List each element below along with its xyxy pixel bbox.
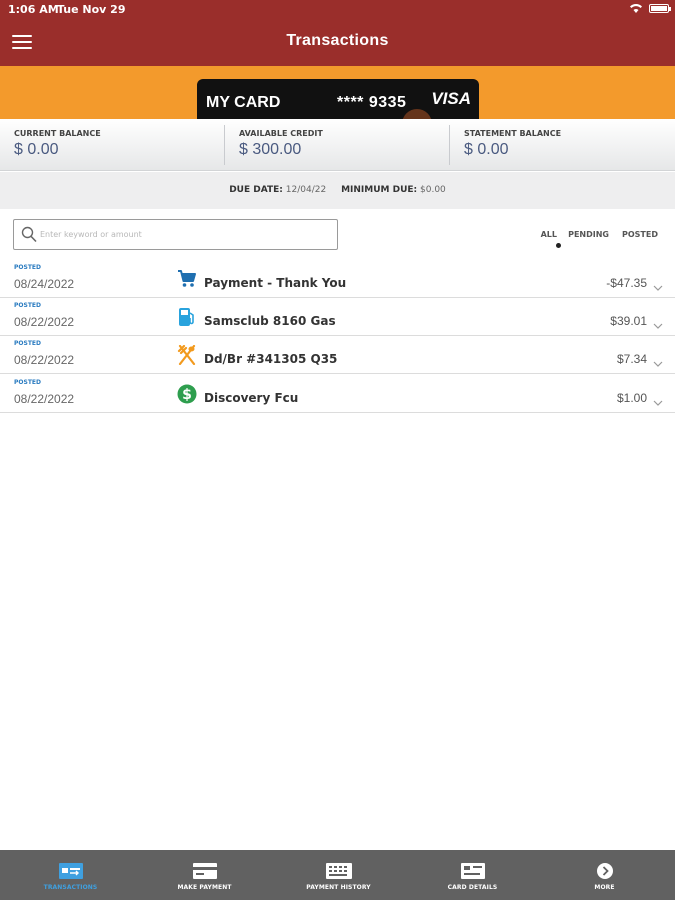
card-banner: MY CARD **** 9335 VISA	[0, 66, 675, 119]
minimum-due-label: MINIMUM DUE:	[341, 185, 418, 195]
balance-value: $ 0.00	[14, 141, 59, 158]
balance-value: $ 300.00	[239, 141, 302, 158]
transaction-description: Payment - Thank You	[204, 276, 347, 290]
page-title: Transactions	[286, 32, 389, 49]
transaction-date: 08/22/2022	[14, 353, 75, 367]
transaction-date: 08/24/2022	[14, 277, 75, 291]
current-balance: CURRENT BALANCE $ 0.00	[14, 119, 224, 171]
search-box[interactable]	[13, 219, 338, 250]
transaction-status: POSTED	[14, 264, 41, 271]
tab-more[interactable]: MORE	[537, 850, 672, 900]
tab-label: PAYMENT HISTORY	[306, 884, 371, 891]
statement-balance: STATEMENT BALANCE $ 0.00	[464, 119, 664, 171]
transaction-description: Samsclub 8160 Gas	[204, 314, 336, 328]
balance-label: STATEMENT BALANCE	[464, 129, 562, 138]
transactions-icon	[58, 862, 84, 880]
wifi-icon	[629, 2, 643, 17]
transaction-amount: $7.34	[616, 352, 647, 366]
tab-label: TRANSACTIONS	[43, 884, 98, 891]
transaction-amount: $39.01	[610, 314, 647, 328]
transaction-date: 08/22/2022	[14, 392, 75, 406]
chevron-down-icon[interactable]	[653, 314, 663, 333]
transaction-row[interactable]: POSTED 08/22/2022 $ Discovery Fcu $1.00	[0, 375, 675, 413]
battery-icon	[649, 4, 671, 13]
transaction-description: Discovery Fcu	[204, 391, 299, 405]
app-header: Transactions	[0, 18, 675, 66]
due-date-label: DUE DATE:	[229, 185, 283, 195]
status-time: 1:06 AM	[8, 3, 59, 16]
tab-card-details[interactable]: CARD DETAILS	[405, 850, 540, 900]
card-decoration	[402, 109, 432, 119]
payment-history-icon	[325, 862, 353, 880]
tab-make-payment[interactable]: MAKE PAYMENT	[137, 850, 272, 900]
search-input[interactable]	[40, 226, 330, 243]
status-bar: 1:06 AM Tue Nov 29	[0, 0, 675, 18]
balance-label: CURRENT BALANCE	[14, 129, 101, 138]
card-number: **** 9335	[337, 94, 407, 111]
visa-logo: VISA	[431, 89, 471, 108]
chevron-down-icon[interactable]	[653, 391, 663, 410]
tab-transactions[interactable]: TRANSACTIONS	[3, 850, 138, 900]
transaction-status: POSTED	[14, 340, 41, 347]
chevron-down-icon[interactable]	[653, 276, 663, 295]
available-credit: AVAILABLE CREDIT $ 300.00	[239, 119, 449, 171]
balance-label: AVAILABLE CREDIT	[239, 129, 323, 138]
transaction-amount: $1.00	[616, 391, 647, 405]
transaction-row[interactable]: POSTED 08/24/2022 Payment - Thank You -$…	[0, 260, 675, 298]
balance-value: $ 0.00	[464, 141, 509, 158]
transaction-date: 08/22/2022	[14, 315, 75, 329]
tab-label: MORE	[594, 884, 615, 891]
card-details-icon	[460, 862, 486, 880]
minimum-due-value: $0.00	[420, 185, 446, 195]
transaction-amount: -$47.35	[606, 276, 647, 290]
tab-payment-history[interactable]: PAYMENT HISTORY	[271, 850, 406, 900]
more-icon	[596, 862, 614, 880]
chevron-down-icon[interactable]	[653, 352, 663, 371]
bottom-tab-bar: TRANSACTIONS MAKE PAYMENT PAYMENT HISTOR…	[0, 850, 675, 900]
make-payment-icon	[192, 862, 218, 880]
tab-label: CARD DETAILS	[447, 884, 498, 891]
divider	[449, 125, 450, 165]
balance-summary: CURRENT BALANCE $ 0.00 AVAILABLE CREDIT …	[0, 119, 675, 171]
filter-pending[interactable]: PENDING	[568, 230, 609, 239]
transaction-status: POSTED	[14, 302, 41, 309]
transaction-row[interactable]: POSTED 08/22/2022 Samsclub 8160 Gas $39.…	[0, 298, 675, 336]
gas-station-icon	[177, 307, 197, 327]
tab-label: MAKE PAYMENT	[177, 884, 232, 891]
card-name: MY CARD	[206, 94, 281, 111]
filter-all[interactable]: ALL	[541, 230, 557, 239]
transaction-status: POSTED	[14, 379, 41, 386]
transaction-description: Dd/Br #341305 Q35	[204, 352, 338, 366]
search-icon	[21, 226, 37, 247]
due-info-bar: DUE DATE: 12/04/22 MINIMUM DUE: $0.00	[0, 172, 675, 209]
svg-text:$: $	[182, 387, 192, 403]
due-date-value: 12/04/22	[285, 185, 327, 195]
selected-filter-indicator	[556, 243, 561, 248]
restaurant-icon	[177, 344, 197, 366]
filter-posted[interactable]: POSTED	[622, 230, 658, 239]
divider	[224, 125, 225, 165]
status-date: Tue Nov 29	[57, 3, 126, 16]
card-image[interactable]: MY CARD **** 9335 VISA	[197, 79, 479, 119]
dollar-icon: $	[177, 384, 197, 404]
shopping-cart-icon	[177, 269, 197, 289]
transaction-row[interactable]: POSTED 08/22/2022 Dd/Br #341305 Q35 $7.3…	[0, 336, 675, 374]
